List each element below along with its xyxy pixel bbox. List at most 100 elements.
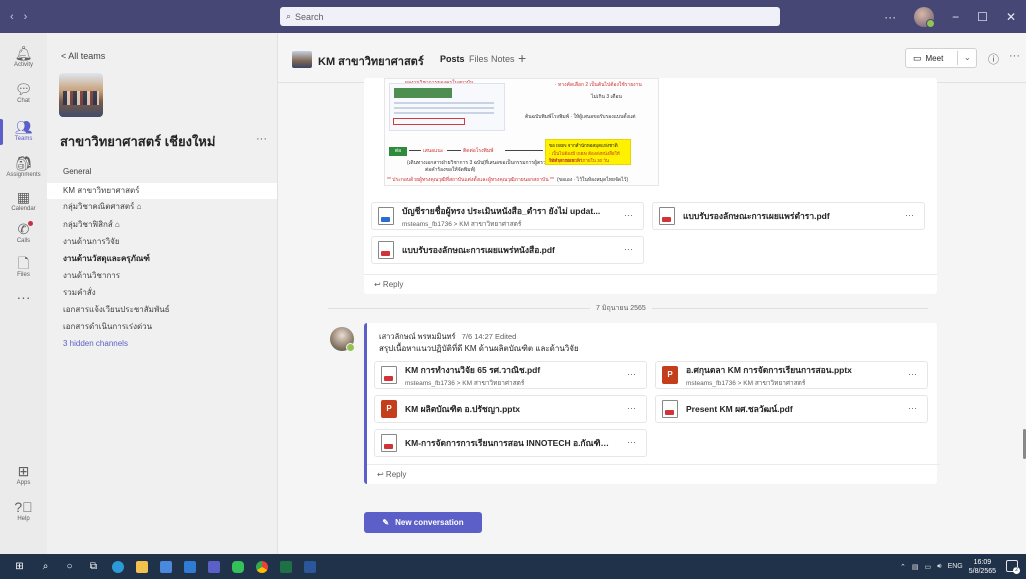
chevron-down-icon[interactable]: ⌄ — [964, 53, 971, 62]
video-camera-icon: ▭ — [913, 52, 922, 63]
file-name: แบบรับรองลักษณะการเผยแพร่หนังสือ.pdf — [402, 245, 555, 255]
store-icon[interactable] — [158, 559, 173, 574]
all-teams-link[interactable]: < All teams — [61, 51, 105, 61]
file-more-icon[interactable]: ··· — [624, 244, 633, 254]
tab-files[interactable]: Files — [469, 54, 488, 64]
rail-help[interactable]: ?⃝ Help — [0, 499, 47, 522]
author-avatar[interactable] — [330, 327, 355, 352]
notification-count: 2 — [1013, 567, 1020, 574]
cortana-icon[interactable]: ○ — [62, 559, 77, 574]
mail-icon[interactable] — [182, 559, 197, 574]
file-path: msteams_fb1736 > KM สาขาวิทยาศาสตร์ — [405, 379, 525, 387]
word-icon[interactable] — [302, 559, 317, 574]
add-tab-icon[interactable]: + — [518, 50, 526, 66]
rail-apps[interactable]: ⊞ Apps — [0, 463, 47, 486]
tab-posts[interactable]: Posts — [440, 54, 465, 64]
windows-start-icon[interactable]: ⊞ — [12, 559, 27, 574]
poster-text: ไม่เกิน 3 เดือน — [591, 94, 622, 100]
file-attachment[interactable]: P อ.ศกุนตลา KM การจัดการเรียนการสอน.pptx… — [655, 361, 928, 389]
pdf-icon — [659, 207, 675, 225]
search-placeholder: Search — [295, 11, 324, 22]
file-more-icon[interactable]: ··· — [627, 369, 636, 379]
settings-more-icon[interactable]: ··· — [884, 10, 896, 24]
file-attachment[interactable]: KM-การจัดการการเรียนการสอน INNOTECH อ.กั… — [374, 429, 647, 457]
rail-activity[interactable]: 🔔︎ Activity — [0, 45, 47, 68]
hidden-channels-link[interactable]: 3 hidden channels — [47, 336, 277, 352]
rail-chat[interactable]: 💬︎ Chat — [0, 81, 47, 104]
language-indicator[interactable]: ENG — [948, 563, 963, 570]
excel-icon[interactable] — [278, 559, 293, 574]
file-attachment[interactable]: P KM ผลิตบัณฑิต อ.ปรัชญา.pptx ··· — [374, 395, 647, 423]
rail-files[interactable]: 🗋 Files — [0, 255, 47, 278]
poster-arrow — [409, 150, 421, 151]
help-icon: ?⃝ — [14, 499, 33, 515]
file-attachment[interactable]: Present KM ผศ.ชลวัฒน์.pdf ··· — [655, 395, 928, 423]
file-more-icon[interactable]: ··· — [908, 369, 917, 379]
file-attachment[interactable]: KM การทำงานวิจัย 65 รศ.วาณิช.pdf msteams… — [374, 361, 647, 389]
search-input[interactable]: ⌕ Search — [280, 7, 780, 26]
taskbar-search-icon[interactable]: ⌕ — [38, 559, 53, 574]
file-attachment[interactable]: แบบรับรองลักษณะการเผยแพร่หนังสือ.pdf ··· — [371, 236, 644, 264]
task-view-icon[interactable]: ⧉ — [86, 559, 101, 574]
notification-center-icon[interactable]: 2 — [1006, 560, 1020, 574]
meet-divider — [957, 51, 958, 65]
close-icon[interactable]: ✕ — [1006, 10, 1016, 24]
file-more-icon[interactable]: ··· — [627, 437, 636, 447]
forward-arrow-icon[interactable]: › — [24, 11, 28, 23]
poster-text: ต่อคำร้องขอให้จัดพิมพ์) — [425, 167, 476, 173]
team-more-icon[interactable]: ··· — [256, 133, 267, 145]
back-arrow-icon[interactable]: ‹ — [10, 11, 14, 23]
channel-physics[interactable]: กลุ่มวิชาฟิสิกส์ ⌂ — [47, 217, 277, 233]
maximize-icon[interactable]: ☐ — [977, 10, 988, 24]
history-nav: ‹ › — [0, 11, 60, 23]
clock[interactable]: 16:09 5/8/2565 — [969, 558, 996, 576]
file-explorer-icon[interactable] — [134, 559, 149, 574]
file-icon: 🗋 — [17, 255, 30, 271]
channel-academic[interactable]: งานด้านวิชาการ — [47, 268, 277, 284]
profile-avatar[interactable] — [914, 6, 936, 28]
reply-link[interactable]: ↩ Reply — [374, 280, 403, 289]
channel-research[interactable]: งานด้านการวิจัย — [47, 234, 277, 250]
teams-taskbar-icon[interactable] — [206, 559, 221, 574]
header-more-icon[interactable]: ··· — [1009, 50, 1020, 62]
reply-link[interactable]: ↩ Reply — [377, 470, 406, 479]
display-icon[interactable]: ▭ — [925, 563, 932, 571]
file-more-icon[interactable]: ··· — [627, 403, 636, 413]
tab-notes[interactable]: Notes — [491, 54, 515, 64]
author-name[interactable]: เสาวลักษณ์ พรหมมินทร์ — [379, 332, 456, 341]
info-icon[interactable]: ⓘ — [988, 51, 999, 67]
file-more-icon[interactable]: ··· — [908, 403, 917, 413]
chrome-icon[interactable] — [254, 559, 269, 574]
file-attachment[interactable]: บัญชีรายชื่อผู้ทรง ประเมินหนังสือ_ตำรา ย… — [371, 202, 644, 230]
channel-km[interactable]: KM สาขาวิทยาศาสตร์ — [47, 183, 277, 199]
line-icon[interactable] — [230, 559, 245, 574]
minimize-icon[interactable]: − — [952, 10, 959, 24]
new-conversation-button[interactable]: ✎ New conversation — [364, 512, 482, 533]
channel-announcements[interactable]: เอกสารแจ้งเวียนประชาสัมพันธ์ — [47, 302, 277, 318]
poster-highlight — [393, 118, 465, 125]
reply-bar[interactable]: ↩ Reply — [367, 464, 940, 484]
network-icon[interactable]: ▤ — [912, 563, 919, 571]
rail-assignments[interactable]: 🎒︎ Assignments — [0, 155, 47, 178]
channel-urgent[interactable]: เอกสารดำเนินการเร่งด่วน — [47, 319, 277, 335]
channel-general[interactable]: General — [47, 164, 277, 180]
file-attachment[interactable]: แบบรับรองลักษณะการเผยแพร่ตำรา.pdf ··· — [652, 202, 925, 230]
channel-materials[interactable]: งานด้านวัสดุและครุภัณฑ์ — [47, 251, 277, 267]
rail-calendar[interactable]: ▦ Calendar — [0, 189, 47, 212]
rail-teams[interactable]: 👥︎ Teams — [0, 119, 47, 145]
title-bar: ‹ › ⌕ Search ··· − ☐ ✕ — [0, 0, 1026, 33]
channel-math[interactable]: กลุ่มวิชาคณิตศาสตร์ ⌂ — [47, 199, 277, 215]
reply-bar[interactable]: ↩ Reply — [364, 274, 937, 294]
file-more-icon[interactable]: ··· — [905, 210, 914, 220]
channel-orders[interactable]: รวมคำสั่ง — [47, 285, 277, 301]
bell-icon: 🔔︎ — [14, 45, 33, 61]
attached-image[interactable]: ผลงานวิชาการของครูในสถาบัน · ทางคัดเลือก… — [384, 78, 659, 186]
file-more-icon[interactable]: ··· — [624, 210, 633, 220]
calendar-icon: ▦ — [16, 189, 31, 205]
edge-icon[interactable] — [110, 559, 125, 574]
chevron-up-icon[interactable]: ⌃ — [900, 563, 906, 571]
volume-icon[interactable]: 🔊︎ — [937, 563, 941, 571]
rail-more[interactable]: ··· — [0, 289, 47, 305]
meet-button[interactable]: ▭ Meet ⌄ — [905, 48, 977, 68]
rail-calls[interactable]: ✆ Calls — [0, 221, 47, 244]
